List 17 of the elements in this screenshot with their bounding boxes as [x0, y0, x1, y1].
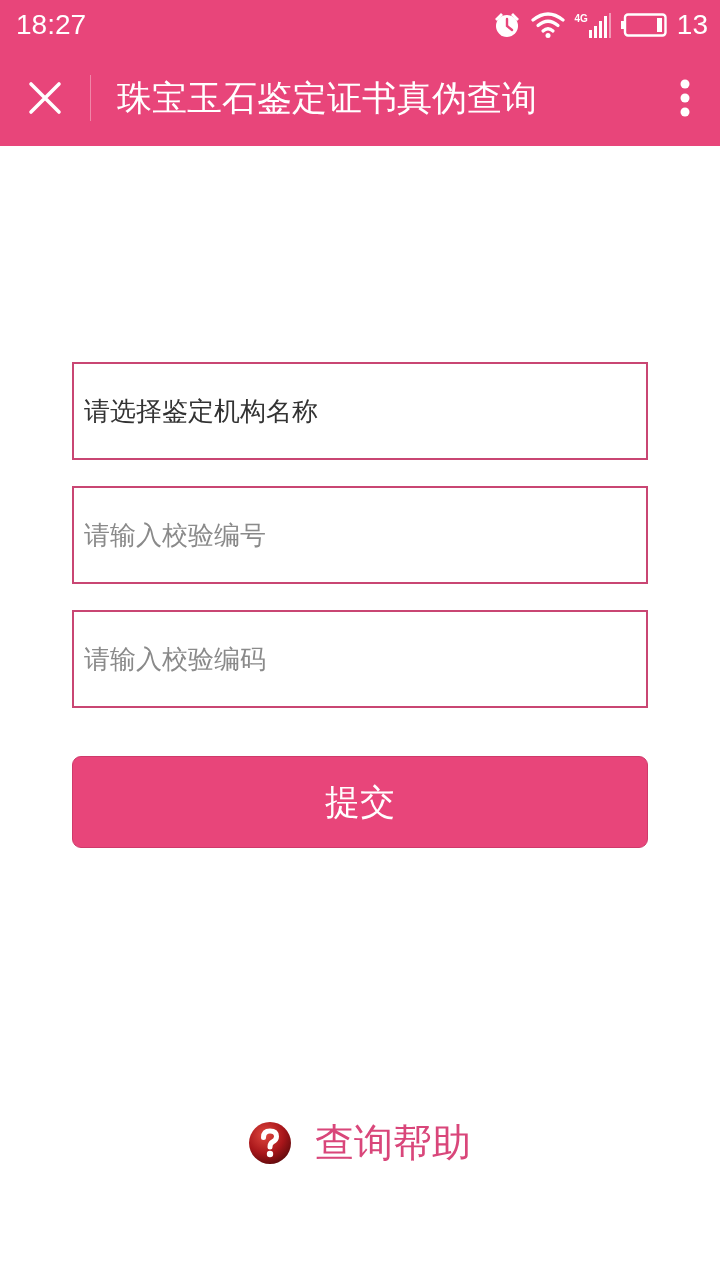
- status-time: 18:27: [16, 11, 87, 39]
- battery-percent: 13: [676, 11, 708, 39]
- battery-icon: [620, 13, 667, 37]
- more-menu-icon: [680, 79, 690, 117]
- input-field[interactable]: 请输入校验编码: [72, 610, 648, 708]
- more-button[interactable]: [680, 79, 690, 117]
- wifi-icon: [530, 12, 565, 38]
- signal-bars-icon: [588, 12, 611, 38]
- close-icon: [28, 81, 62, 115]
- close-button[interactable]: [28, 81, 62, 115]
- help-link[interactable]: 查询帮助: [315, 1116, 471, 1170]
- page-title: 珠宝玉石鉴定证书真伪查询: [117, 76, 538, 120]
- submit-button[interactable]: 提交: [72, 756, 648, 848]
- select-field[interactable]: 请选择鉴定机构名称: [72, 362, 648, 460]
- input-field[interactable]: 请输入校验编号: [72, 486, 648, 584]
- network-type: 4G: [574, 14, 588, 24]
- help-icon: [249, 1122, 291, 1164]
